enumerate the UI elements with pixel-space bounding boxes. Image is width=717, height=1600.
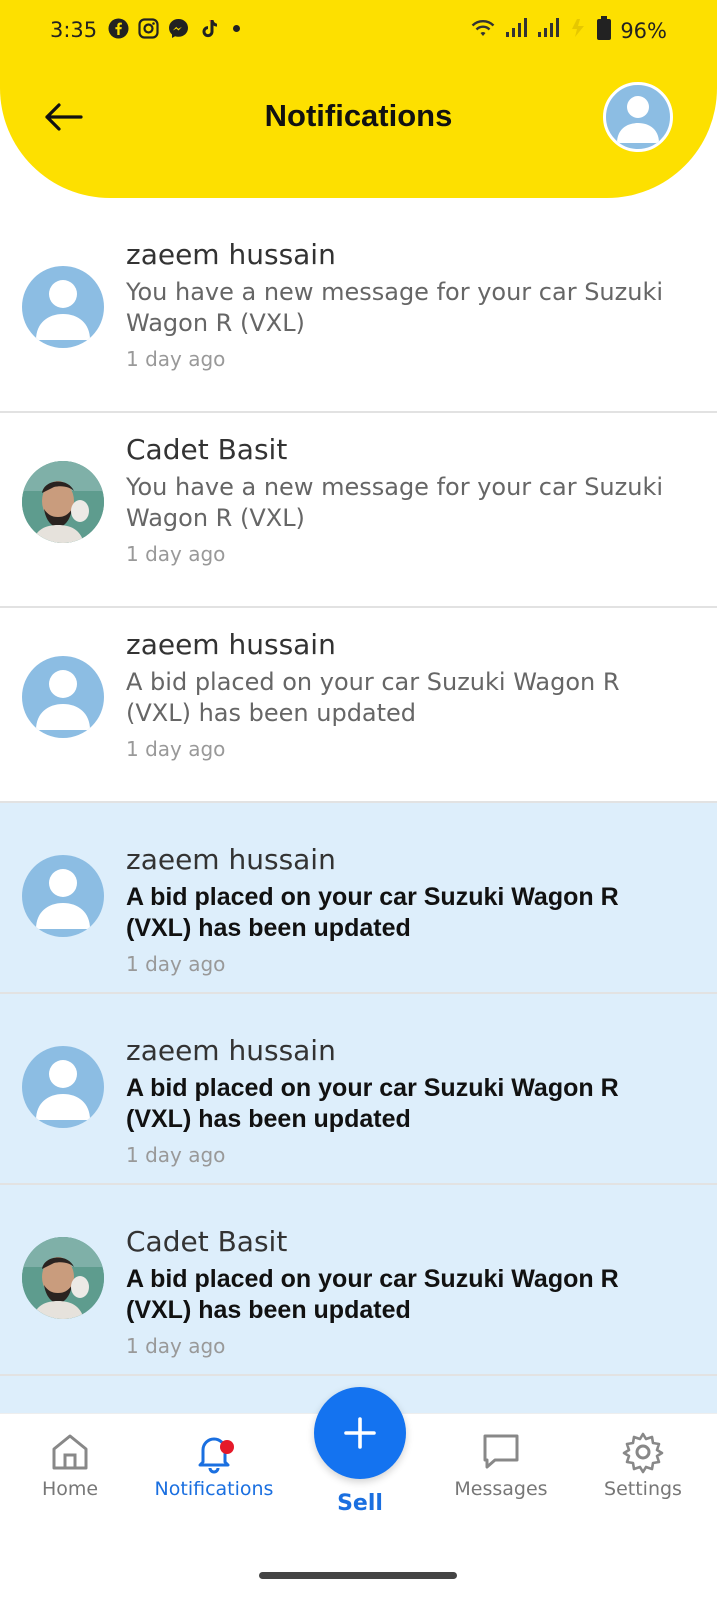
notification-time: 1 day ago: [126, 1334, 226, 1358]
notification-item[interactable]: zaeem hussain A bid placed on your car Su…: [0, 994, 717, 1185]
notification-message: You have a new message for your car Suzu…: [126, 278, 664, 337]
person-photo-icon: [22, 461, 104, 543]
notification-body: zaeem hussain A bid placed on your car Su…: [126, 628, 677, 761]
notification-item[interactable]: zaeem hussain A bid placed on your car Su…: [0, 608, 717, 803]
sell-button[interactable]: [314, 1387, 406, 1479]
notification-time: 1 day ago: [126, 952, 226, 976]
notification-message: A bid placed on your car Suzuki Wagon R …: [126, 1265, 619, 1324]
gear-icon: [622, 1432, 664, 1474]
user-avatar-icon: [36, 869, 90, 929]
nav-notifications[interactable]: Notifications: [144, 1414, 284, 1500]
user-avatar-icon: [36, 280, 90, 340]
notification-avatar: [22, 855, 104, 937]
notification-item[interactable]: Cadet Basit A bid placed on your car Suzu…: [0, 1185, 717, 1376]
notification-body: zaeem hussain A bid placed on your car Su…: [126, 843, 677, 976]
hotspot-icon: [568, 17, 588, 44]
notification-sender: zaeem hussain: [126, 238, 336, 271]
notification-dot-icon: [233, 25, 240, 32]
messenger-icon: [168, 18, 189, 39]
profile-avatar[interactable]: [603, 82, 673, 152]
signal-icon: [504, 17, 528, 44]
nav-home-label: Home: [41, 1478, 99, 1500]
battery-percent: 96%: [620, 18, 667, 43]
notification-avatar: [22, 1237, 104, 1319]
notification-badge: [220, 1440, 234, 1454]
status-right: 96%: [470, 16, 667, 45]
notification-body: Cadet Basit A bid placed on your car Suzu…: [126, 1225, 677, 1358]
notification-body: zaeem hussain You have a new message for …: [126, 238, 677, 371]
notification-item[interactable]: zaeem hussain You have a new message for …: [0, 218, 717, 413]
facebook-icon: [108, 18, 129, 39]
notification-sender: zaeem hussain: [126, 1034, 336, 1067]
notification-time: 1 day ago: [126, 737, 226, 761]
notification-avatar: [22, 461, 104, 543]
nav-settings[interactable]: Settings: [573, 1414, 713, 1500]
notification-body: Cadet Basit You have a new message for yo…: [126, 433, 677, 566]
notification-sender: zaeem hussain: [126, 628, 336, 661]
user-avatar-icon: [36, 1060, 90, 1120]
nav-notifications-label: Notifications: [154, 1478, 274, 1500]
nav-messages-label: Messages: [454, 1478, 548, 1500]
status-app-icons: [108, 18, 240, 39]
nav-home[interactable]: Home: [0, 1414, 140, 1500]
home-icon: [52, 1434, 88, 1470]
nav-settings-label: Settings: [604, 1478, 682, 1500]
user-avatar-icon: [36, 670, 90, 730]
nav-messages[interactable]: Messages: [431, 1414, 571, 1500]
notification-time: 1 day ago: [126, 542, 226, 566]
notification-sender: Cadet Basit: [126, 1225, 288, 1258]
status-bar: 3:35 96%: [0, 0, 717, 60]
notification-body: zaeem hussain A bid placed on your car Su…: [126, 1034, 677, 1167]
notification-sender: Cadet Basit: [126, 433, 288, 466]
home-indicator[interactable]: [259, 1572, 457, 1579]
notification-message: A bid placed on your car Suzuki Wagon R …: [126, 1074, 619, 1133]
notification-time: 1 day ago: [126, 347, 226, 371]
notification-message: A bid placed on your car Suzuki Wagon R …: [126, 668, 620, 727]
user-avatar-icon: [617, 96, 659, 143]
tiktok-icon: [198, 18, 219, 39]
status-time: 3:35: [50, 18, 98, 42]
battery-icon: [596, 16, 612, 45]
notification-message: A bid placed on your car Suzuki Wagon R …: [126, 883, 619, 942]
wifi-icon: [470, 17, 496, 44]
notification-message: You have a new message for your car Suzu…: [126, 473, 664, 532]
chat-icon: [483, 1434, 519, 1469]
notification-avatar: [22, 656, 104, 738]
person-photo-icon: [22, 1237, 104, 1319]
app-header: 3:35 96% Notifications: [0, 0, 717, 198]
notification-sender: zaeem hussain: [126, 843, 336, 876]
sell-label: Sell: [337, 1491, 383, 1516]
notification-time: 1 day ago: [126, 1143, 226, 1167]
notification-item[interactable]: Cadet Basit You have a new message for yo…: [0, 413, 717, 608]
instagram-icon: [138, 18, 159, 39]
notification-item[interactable]: zaeem hussain A bid placed on your car Su…: [0, 803, 717, 994]
notification-list: zaeem hussain You have a new message for …: [0, 218, 717, 1436]
notification-avatar: [22, 1046, 104, 1128]
plus-icon: [344, 1417, 376, 1449]
signal-icon: [536, 17, 560, 44]
notification-avatar: [22, 266, 104, 348]
